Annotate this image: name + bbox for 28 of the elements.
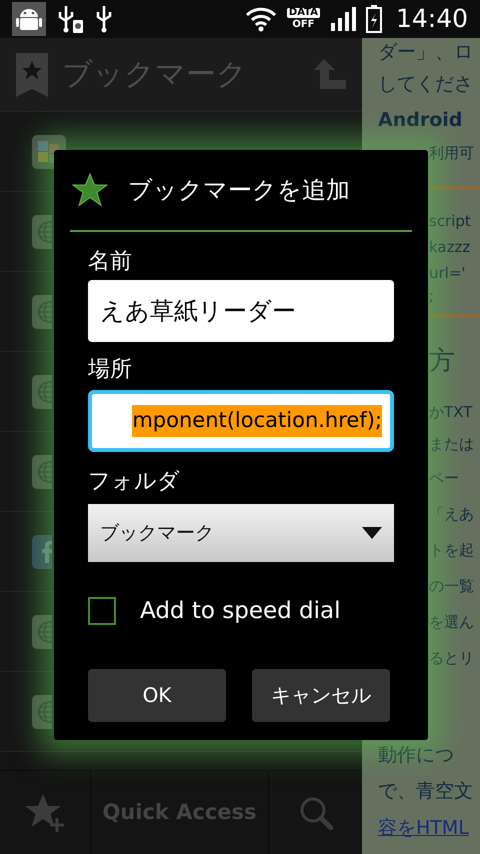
page-text: 動作につ: [378, 742, 454, 768]
page-text: ダー」、ロ: [378, 40, 473, 65]
page-heading: 方: [429, 344, 455, 378]
data-state: OFF: [292, 20, 314, 30]
location-value: mponent(location.href);: [132, 405, 382, 437]
clock: 14:40: [396, 3, 468, 36]
page-text: script: [429, 210, 471, 232]
page-text: ペー: [429, 468, 459, 489]
page-text: url=': [429, 262, 466, 284]
page-text: kazzz: [429, 236, 470, 258]
speed-dial-label: Add to speed dial: [140, 597, 341, 626]
page-text: 「えあ: [429, 504, 474, 525]
page-text: るとリ: [429, 648, 474, 669]
page-text: で、青空文: [378, 778, 473, 804]
location-label: 場所: [88, 356, 133, 384]
page-text: 利用可: [429, 142, 474, 164]
page-text: ;: [429, 286, 434, 307]
page-text: してくださ: [378, 72, 473, 97]
folder-label: フォルダ: [88, 468, 181, 496]
name-label: 名前: [88, 248, 133, 276]
page-text: または: [429, 434, 474, 455]
page-text: を選ん: [429, 612, 474, 633]
page-text: かTXT: [429, 402, 472, 423]
page-text: の一覧: [429, 576, 474, 597]
data-badge: DATA: [286, 8, 320, 18]
page-text: トを起: [429, 540, 474, 561]
page-text: Android: [378, 108, 462, 133]
dialog-title: ブックマークを追加: [128, 175, 350, 206]
